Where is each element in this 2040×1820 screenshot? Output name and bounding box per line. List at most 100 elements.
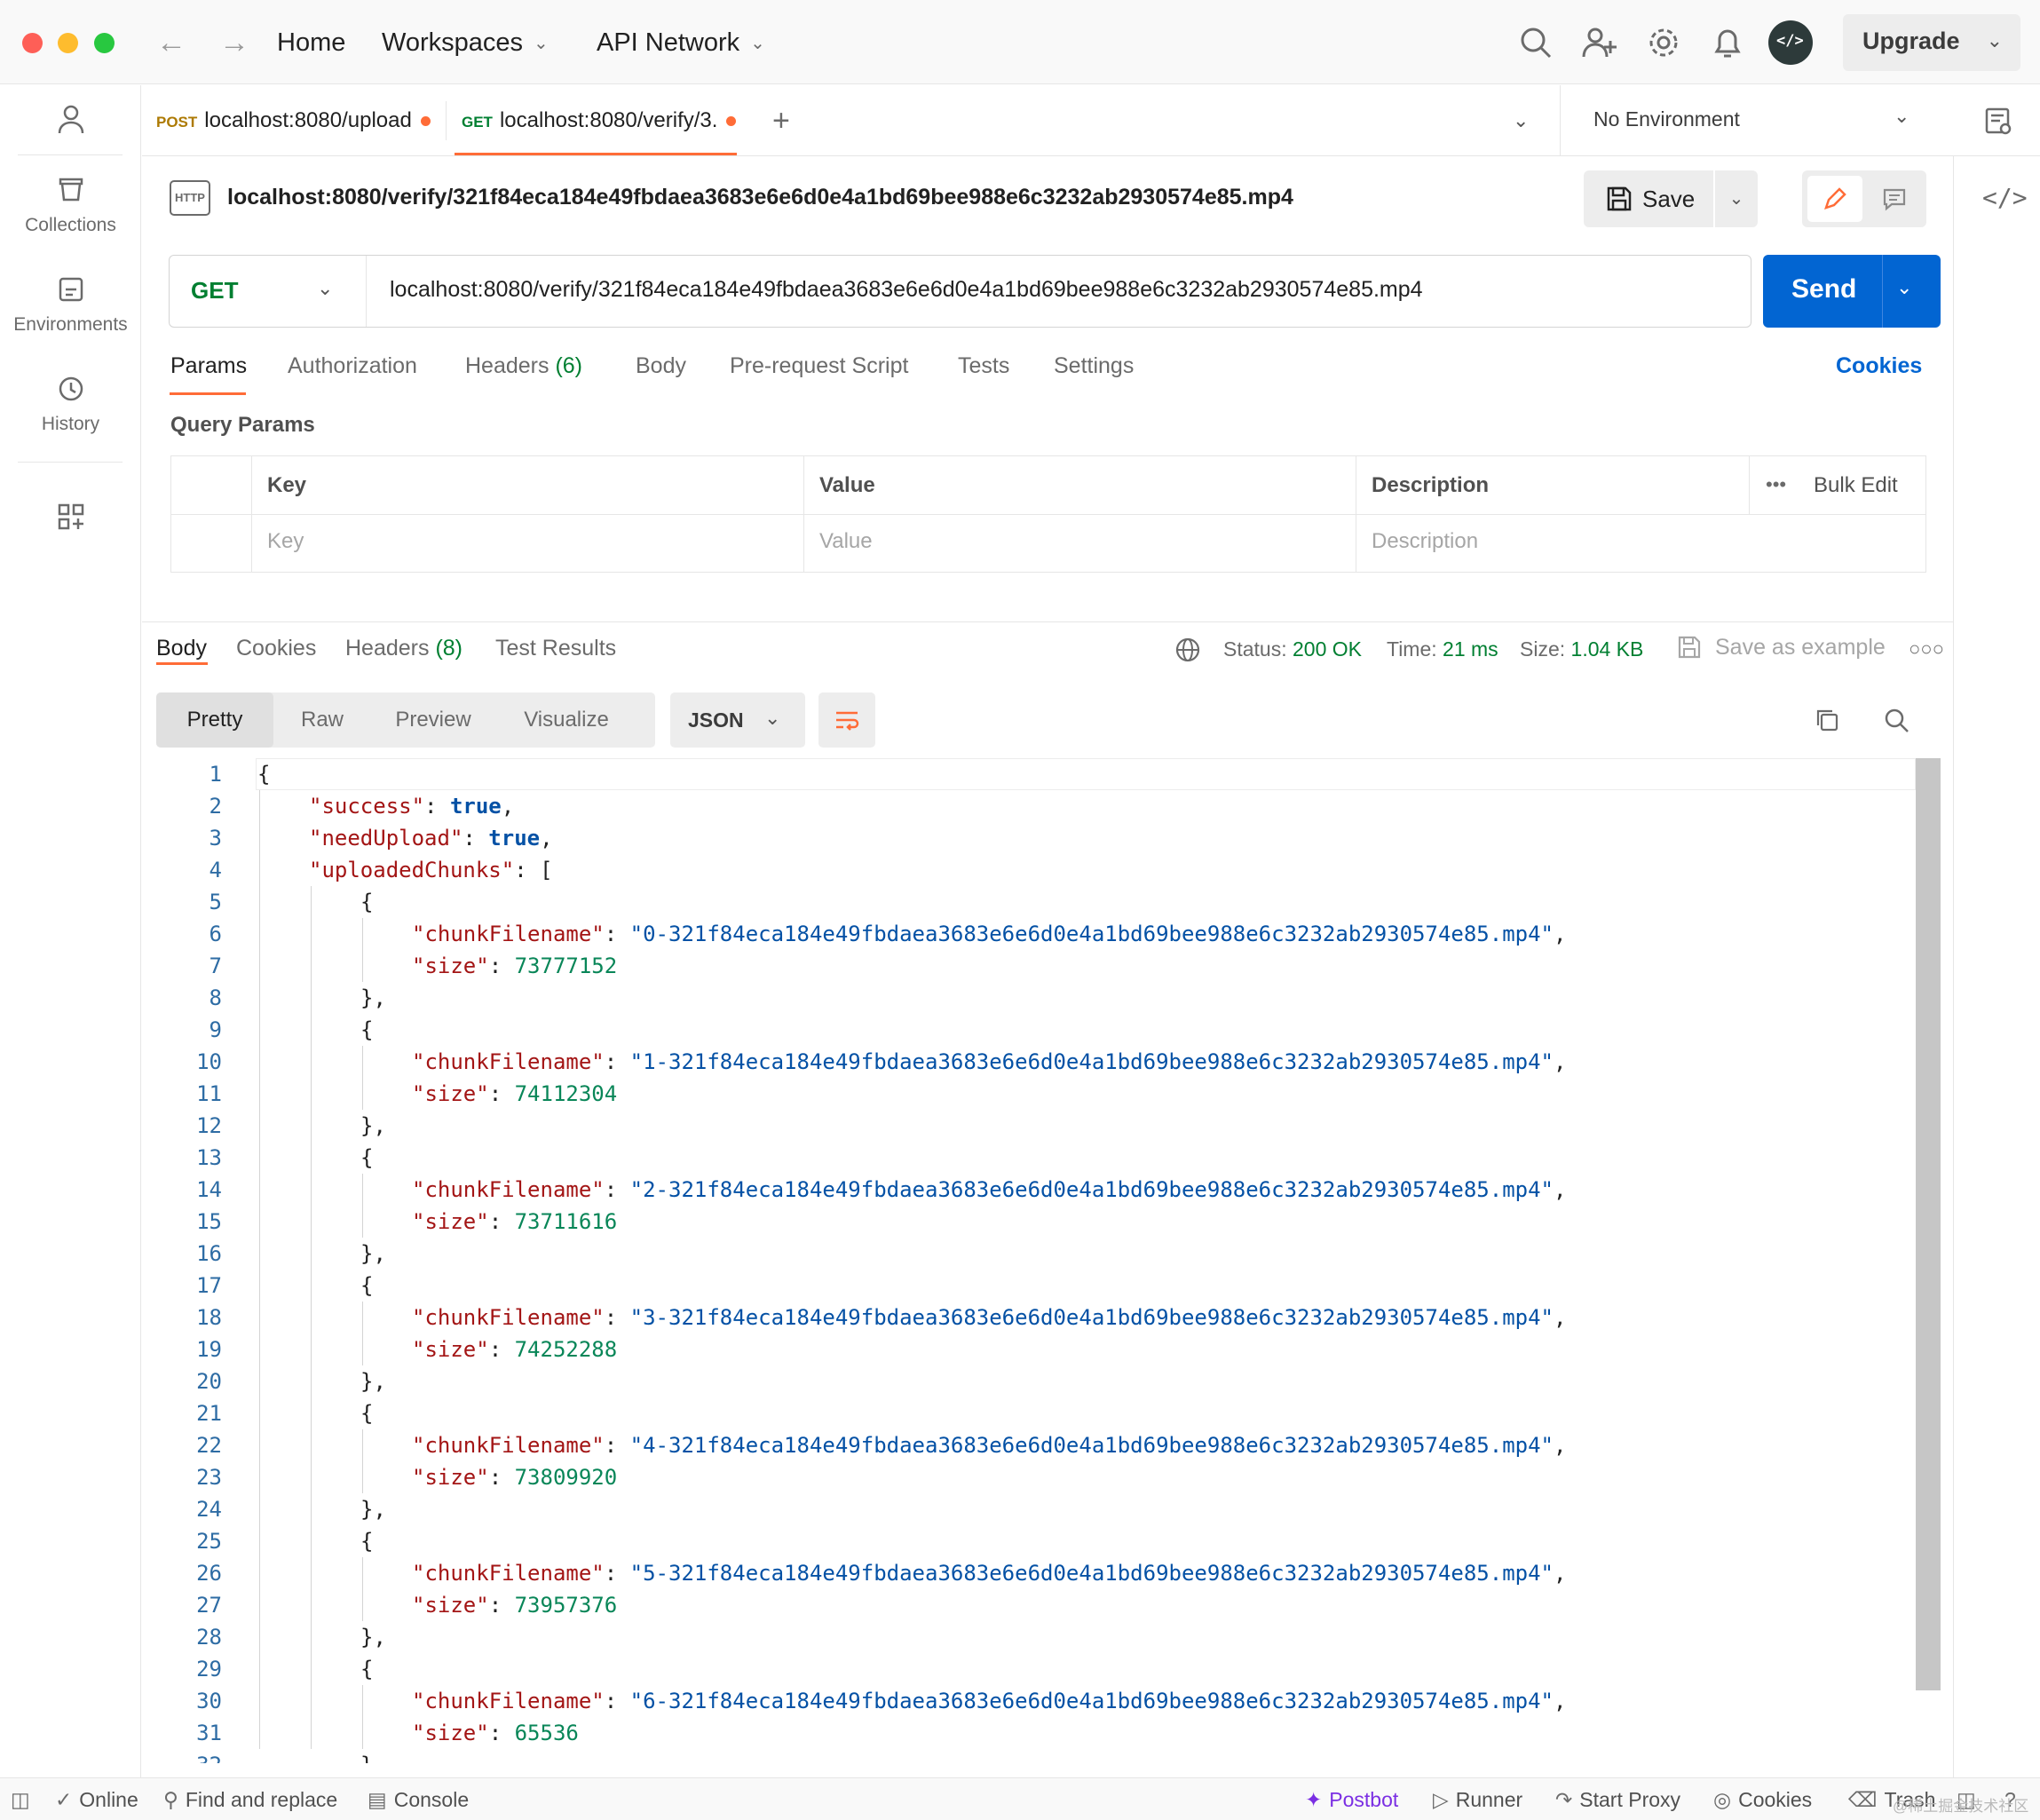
workspaces-menu[interactable]: Workspaces ⌄	[382, 23, 549, 63]
invite-user-icon[interactable]	[1580, 23, 1619, 62]
view-visualize[interactable]: Visualize	[495, 692, 637, 748]
environment-quick-look-icon[interactable]	[1982, 105, 2014, 137]
code-token: "size"	[412, 1337, 489, 1362]
window-zoom-button[interactable]	[94, 33, 115, 53]
editor-scrollbar[interactable]	[1916, 758, 1941, 1690]
indent-guide	[362, 1685, 363, 1749]
check-circle-icon: ✓	[55, 1788, 73, 1811]
line-content: },	[360, 1493, 386, 1525]
chevron-down-icon[interactable]: ⌄	[1896, 276, 1912, 299]
view-raw[interactable]: Raw	[273, 692, 371, 748]
tab-authorization[interactable]: Authorization	[288, 353, 417, 379]
start-proxy-button[interactable]: ↷ Start Proxy	[1555, 1788, 1680, 1812]
console-button[interactable]: ▤ Console	[368, 1788, 469, 1812]
sidebar-item-history[interactable]: History	[0, 373, 141, 435]
code-line: 17 {	[156, 1270, 1914, 1302]
tab-label: Test Results	[495, 636, 617, 661]
response-tab-headers[interactable]: Headers (8)	[345, 636, 463, 661]
param-value-input[interactable]: Value	[819, 529, 873, 554]
wrap-lines-button[interactable]	[818, 692, 875, 748]
size-label: Size:	[1520, 637, 1566, 661]
tab-get-verify[interactable]: GET localhost:8080/verify/3.	[462, 85, 737, 156]
response-tab-cookies[interactable]: Cookies	[236, 636, 316, 661]
save-button[interactable]: Save	[1584, 170, 1713, 227]
find-replace-button[interactable]: ⚲ Find and replace	[163, 1788, 337, 1812]
new-tab-button[interactable]: +	[772, 85, 808, 156]
code-token: "size"	[412, 1721, 489, 1745]
window-minimize-button[interactable]	[58, 33, 78, 53]
response-tab-body[interactable]: Body	[156, 636, 207, 661]
back-arrow-icon[interactable]: ←	[156, 21, 186, 64]
param-description-input[interactable]: Description	[1372, 529, 1478, 554]
sidebar-item-collections[interactable]: Collections	[0, 174, 141, 236]
edit-mode-button[interactable]	[1807, 176, 1862, 222]
line-content: "size": 74112304	[412, 1078, 617, 1110]
tab-headers[interactable]: Headers (6)	[465, 353, 582, 379]
code-line: 23 "size": 73809920	[156, 1461, 1914, 1493]
line-content: "chunkFilename": "0-321f84eca184e49fbdae…	[412, 918, 1566, 950]
settings-gear-icon[interactable]	[1644, 23, 1683, 62]
search-icon[interactable]	[1882, 706, 1910, 734]
send-button[interactable]: Send ⌄	[1763, 255, 1941, 328]
url-input[interactable]: localhost:8080/verify/321f84eca184e49fbd…	[390, 277, 1423, 303]
response-tab-test-results[interactable]: Test Results	[495, 636, 616, 661]
view-preview[interactable]: Preview	[371, 692, 495, 748]
bell-icon[interactable]	[1708, 23, 1747, 62]
method-select[interactable]: GET ⌄	[170, 256, 367, 327]
code-token: "size"	[412, 1209, 489, 1234]
view-pretty[interactable]: Pretty	[156, 692, 273, 748]
code-line: 29 {	[156, 1653, 1914, 1685]
sidebar-item-add-apps[interactable]	[0, 501, 141, 542]
pane-divider[interactable]	[142, 621, 1953, 622]
response-more-options-icon[interactable]: ○○○	[1909, 637, 1944, 661]
workspaces-label: Workspaces	[382, 28, 524, 57]
api-network-label: API Network	[597, 28, 740, 57]
response-status[interactable]: Status: 200 OK	[1223, 637, 1362, 661]
comments-mode-button[interactable]	[1868, 176, 1921, 222]
line-number: 3	[209, 826, 222, 851]
bulk-edit-button[interactable]: Bulk Edit	[1814, 473, 1898, 498]
tab-post-upload[interactable]: POST localhost:8080/upload	[156, 85, 440, 156]
more-options-icon[interactable]: •••	[1766, 473, 1786, 496]
line-content: {	[360, 1397, 373, 1429]
cookies-button[interactable]: ◎ Cookies	[1713, 1788, 1812, 1812]
tab-body[interactable]: Body	[636, 353, 686, 379]
online-status[interactable]: ✓ Online	[55, 1788, 138, 1812]
environment-select[interactable]: No Environment ⌄	[1560, 85, 1950, 156]
request-tabs-bar: POST localhost:8080/upload GET localhost:8…	[142, 85, 2040, 156]
tab-params[interactable]: Params	[170, 353, 247, 379]
sidebar-item-environments[interactable]: Environments	[0, 273, 141, 336]
home-link[interactable]: Home	[277, 23, 345, 62]
api-network-menu[interactable]: API Network ⌄	[597, 23, 765, 63]
tab-tests[interactable]: Tests	[958, 353, 1009, 379]
response-body-editor[interactable]: 1{2 "success": true, 3 "needUpload": true, 4…	[156, 758, 1941, 1763]
tab-pre-request-script[interactable]: Pre-request Script	[730, 353, 908, 379]
param-key-input[interactable]: Key	[267, 529, 304, 554]
tab-settings[interactable]: Settings	[1054, 353, 1134, 379]
runner-button[interactable]: ▷ Runner	[1433, 1788, 1522, 1812]
response-time[interactable]: Time: 21 ms	[1387, 637, 1498, 661]
code-token: "2-321f84eca184e49fbdaea3683e6e6d0e4a1bd…	[629, 1177, 1554, 1202]
copy-icon[interactable]	[1813, 706, 1841, 734]
format-select[interactable]: JSON ⌄	[670, 692, 805, 748]
save-as-example-button[interactable]: Save as example	[1715, 635, 1886, 661]
globe-icon[interactable]	[1174, 636, 1202, 664]
avatar[interactable]	[1768, 20, 1813, 65]
tab-label: Authorization	[288, 353, 417, 378]
cookies-link[interactable]: Cookies	[1836, 353, 1922, 379]
postbot-button[interactable]: ✦ Postbot	[1305, 1788, 1398, 1812]
forward-arrow-icon[interactable]: →	[219, 21, 249, 64]
upgrade-button[interactable]: Upgrade ⌄	[1843, 14, 2020, 71]
response-size[interactable]: Size: 1.04 KB	[1520, 637, 1643, 661]
toggle-sidebar-icon[interactable]: ◫	[11, 1788, 37, 1812]
sidebar-item-account[interactable]	[0, 103, 141, 144]
request-title[interactable]: localhost:8080/verify/321f84eca184e49fbd…	[227, 185, 1293, 210]
line-content: },	[360, 982, 386, 1014]
save-disk-icon	[1607, 186, 1632, 211]
save-options-chevron-icon[interactable]: ⌄	[1715, 170, 1758, 227]
code-token: {	[360, 890, 374, 914]
window-close-button[interactable]	[22, 33, 43, 53]
search-icon[interactable]	[1516, 23, 1555, 62]
tabs-overflow-chevron-icon[interactable]: ⌄	[1513, 85, 1539, 156]
code-snippet-icon[interactable]: </>	[1982, 183, 2028, 212]
